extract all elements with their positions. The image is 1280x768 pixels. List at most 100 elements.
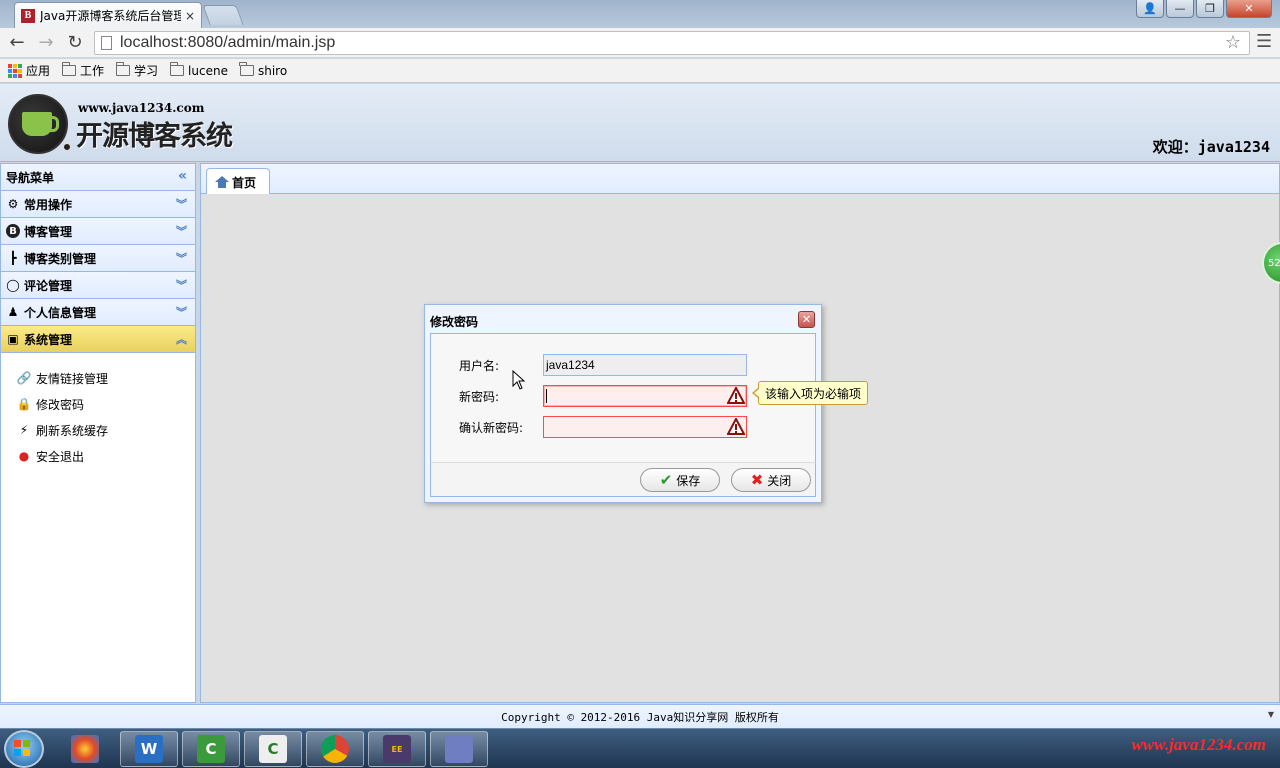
site-url: www.java1234.com	[78, 101, 205, 115]
collapse-left-icon[interactable]: «	[178, 168, 187, 184]
chevron-down-icon: ︾	[176, 306, 187, 319]
menu-item-refresh-cache[interactable]: ⚡ 刷新系统缓存	[17, 417, 195, 443]
nav-section-system[interactable]: ▣ 系统管理 ︽	[1, 326, 195, 353]
new-password-row: 新密码:	[459, 385, 747, 407]
back-arrow-icon[interactable]: ←	[6, 31, 28, 53]
nav-section-common[interactable]: ⚙ 常用操作 ︾	[1, 191, 195, 218]
browser-tab-active[interactable]: B Java开源博客系统后台管理 ×	[14, 2, 202, 28]
feather-app-icon	[445, 735, 473, 763]
menu-item-label: 安全退出	[36, 449, 85, 464]
bookmark-study[interactable]: 学习	[115, 62, 159, 79]
taskbar-app-eclipse[interactable]: EE	[368, 731, 426, 767]
menu-item-change-password[interactable]: 🔒 修改密码	[17, 391, 195, 417]
link-icon: 🔗	[16, 371, 32, 385]
nav-section-blog[interactable]: B 博客管理 ︾	[1, 218, 195, 245]
reload-icon[interactable]: ↻	[64, 31, 86, 53]
taskbar-app-camtasia-recorder[interactable]: C	[244, 731, 302, 767]
nav-section-label: 常用操作	[24, 197, 73, 212]
windows-logo-icon	[14, 740, 30, 756]
taskbar-app-other[interactable]	[430, 731, 488, 767]
maximize-button[interactable]: ❐	[1196, 0, 1224, 18]
check-icon: ✔	[659, 471, 673, 489]
address-bar[interactable]: localhost:8080/admin/main.jsp ☆	[94, 31, 1250, 55]
browser-menu-icon[interactable]: ☰	[1256, 31, 1272, 52]
username-label: 用户名:	[459, 358, 500, 373]
forward-arrow-icon[interactable]: →	[35, 31, 57, 53]
nav-section-blog-type[interactable]: ┣ 博客类别管理 ︾	[1, 245, 195, 272]
bookmark-label: shiro	[257, 63, 288, 78]
chevron-down-icon: ︾	[176, 252, 187, 265]
menu-item-logout[interactable]: ● 安全退出	[17, 443, 195, 469]
bookmark-star-icon[interactable]: ☆	[1225, 32, 1241, 53]
page-icon	[101, 36, 112, 50]
close-button-label: 关闭	[767, 473, 792, 488]
welcome-user: 欢迎：java1234	[1152, 138, 1270, 156]
dialog-title: 修改密码	[430, 314, 479, 329]
chevron-down-icon: ︾	[176, 198, 187, 211]
word-app-icon: W	[135, 735, 163, 763]
system-icon: ▣	[7, 332, 19, 346]
save-button[interactable]: ✔ 保存	[640, 468, 720, 492]
folder-icon	[61, 62, 77, 76]
chevron-down-icon: ︾	[176, 279, 187, 292]
window-controls: 👤 — ❐ ✕	[1136, 0, 1272, 18]
main-tabs: 首页	[201, 164, 1279, 195]
recorder-app-icon: C	[259, 735, 287, 763]
minimize-button[interactable]: —	[1166, 0, 1194, 18]
menu-item-label: 刷新系统缓存	[36, 423, 109, 438]
system-menu-list: 🔗 友情链接管理 🔒 修改密码 ⚡ 刷新系统缓存 ● 安全退出	[1, 353, 195, 469]
taskbar-app-camtasia[interactable]: C	[182, 731, 240, 767]
chevron-down-icon: ︾	[176, 225, 187, 238]
username-field[interactable]: java1234	[543, 354, 747, 376]
menu-item-links[interactable]: 🔗 友情链接管理	[17, 365, 195, 391]
bookmark-work[interactable]: 工作	[61, 62, 104, 79]
new-password-field[interactable]	[543, 385, 747, 407]
browser-titlebar: B Java开源博客系统后台管理 × 👤 — ❐ ✕	[0, 0, 1280, 28]
confirm-password-field[interactable]	[543, 416, 747, 438]
validation-tooltip: 该输入项为必输项	[751, 381, 869, 405]
tree-icon: ┣	[9, 251, 17, 265]
nav-section-profile[interactable]: ♟ 个人信息管理 ︾	[1, 299, 195, 326]
watermark-text: www.java1234.com	[1131, 735, 1266, 754]
taskbar-app-word[interactable]: W	[120, 731, 178, 767]
bookmark-apps[interactable]: 应用	[8, 62, 50, 79]
mouse-cursor-icon	[512, 370, 526, 390]
tab-close-icon[interactable]: ×	[185, 9, 195, 23]
bookmark-shiro[interactable]: shiro	[239, 62, 288, 78]
home-icon	[215, 176, 229, 188]
dialog-header: 修改密码 ✕	[429, 309, 817, 333]
window-close-button[interactable]: ✕	[1226, 0, 1272, 18]
chevron-up-icon: ︽	[176, 333, 187, 346]
address-text: localhost:8080/admin/main.jsp	[120, 34, 336, 51]
nav-section-comment[interactable]: ◯ 评论管理 ︾	[1, 272, 195, 299]
blog-favicon-icon: B	[21, 8, 35, 23]
close-button[interactable]: ✖ 关闭	[731, 468, 811, 492]
user-profile-button[interactable]: 👤	[1136, 0, 1164, 18]
confirm-password-row: 确认新密码:	[459, 416, 747, 438]
close-icon[interactable]: ✕	[798, 311, 815, 328]
exit-icon: ●	[18, 449, 30, 463]
taskbar-app-chrome[interactable]	[306, 731, 364, 767]
app-footer: Copyright © 2012-2016 Java知识分享网 版权所有	[0, 704, 1280, 728]
new-password-label: 新密码:	[459, 389, 500, 404]
nav-section-label: 个人信息管理	[24, 305, 97, 320]
lock-icon: 🔒	[16, 397, 32, 411]
chrome-app-icon	[321, 735, 349, 763]
logo-dot-icon	[62, 142, 72, 152]
menu-item-label: 友情链接管理	[36, 371, 109, 386]
username-row: 用户名: java1234	[459, 354, 747, 376]
bookmark-label: 学习	[134, 64, 159, 78]
copyright-text: Copyright © 2012-2016 Java知识分享网 版权所有	[501, 710, 779, 724]
app-header: www.java1234.com 开源博客系统 欢迎：java1234	[0, 84, 1280, 162]
bookmark-lucene[interactable]: lucene	[169, 62, 228, 78]
user-icon: ♟	[7, 305, 19, 319]
camtasia-app-icon: C	[197, 735, 225, 763]
photos-app-icon	[71, 735, 99, 763]
scroll-down-icon[interactable]: ▼	[1268, 710, 1274, 719]
nav-panel-title: 导航菜单	[6, 170, 55, 185]
new-tab-button[interactable]	[202, 5, 244, 25]
refresh-icon: ⚡	[19, 423, 29, 437]
tab-home[interactable]: 首页	[206, 168, 270, 195]
taskbar-app-photos[interactable]	[56, 731, 114, 767]
folder-icon	[115, 62, 131, 76]
